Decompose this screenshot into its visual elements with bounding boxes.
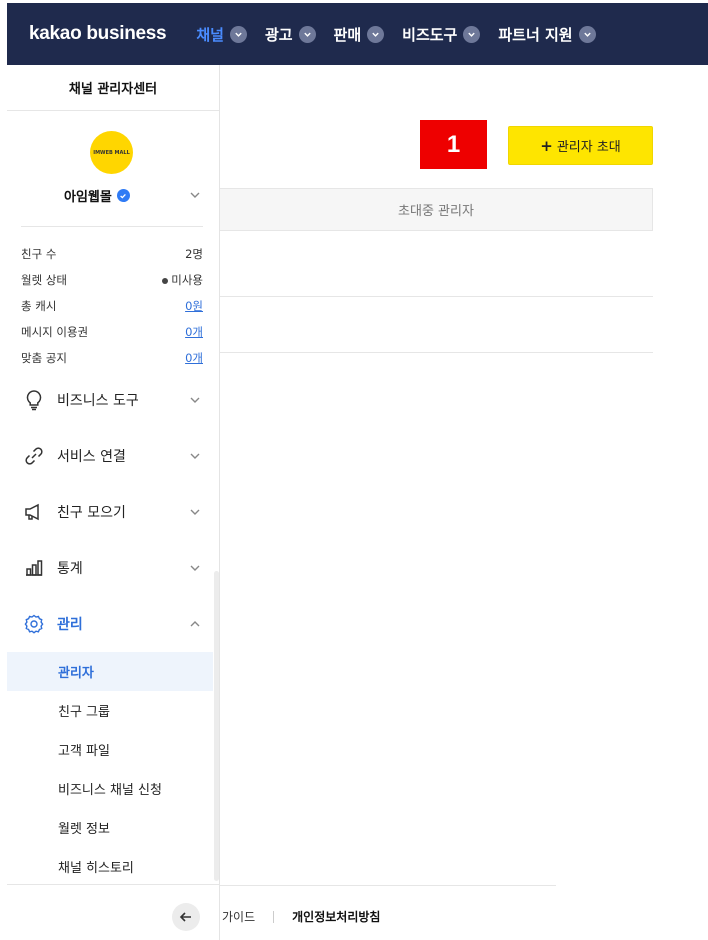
sidebar-footer xyxy=(7,884,220,940)
link-icon xyxy=(23,445,45,467)
stat-label: 총 캐시 xyxy=(21,299,57,313)
brand-logo[interactable]: kakao business xyxy=(29,23,167,45)
gear-icon xyxy=(23,613,45,635)
channel-avatar: IMWEB MALL xyxy=(90,131,133,174)
footer-links: 가이드 개인정보처리방침 xyxy=(222,908,380,925)
footer-privacy-link[interactable]: 개인정보처리방침 xyxy=(292,908,380,925)
footer-divider xyxy=(220,885,556,886)
nav-item-label: 판매 xyxy=(333,25,362,44)
channel-name[interactable]: 아임웹몰 xyxy=(64,186,130,205)
collapse-sidebar-button[interactable] xyxy=(172,903,200,931)
submenu-item-customer-files[interactable]: 고객 파일 xyxy=(7,730,213,769)
plus-icon: + xyxy=(540,136,553,155)
invite-admin-label: 관리자 초대 xyxy=(556,140,621,155)
stat-value-link[interactable]: 0개 xyxy=(185,323,203,349)
sidebar-item-service-link[interactable]: 서비스 연결 xyxy=(7,428,220,484)
chevron-down-icon[interactable] xyxy=(189,189,201,201)
chevron-down-icon xyxy=(190,453,200,459)
submenu-item-admins[interactable]: 관리자 xyxy=(7,652,213,691)
nav-item-sales[interactable]: 판매 xyxy=(334,24,385,45)
sidebar-item-label: 관리 xyxy=(57,617,83,633)
stat-value-link[interactable]: 0원 xyxy=(185,297,203,323)
stat-row: 친구 수 2명 xyxy=(21,245,203,271)
chevron-down-icon xyxy=(190,565,200,571)
stat-label: 메시지 이용권 xyxy=(21,325,89,339)
bar-chart-icon xyxy=(23,557,45,579)
chevron-down-icon xyxy=(298,25,316,43)
stat-value: 2명 xyxy=(185,247,203,261)
table-row-divider xyxy=(220,296,653,297)
table-header-label: 초대중 관리자 xyxy=(398,204,474,219)
stat-label: 친구 수 xyxy=(21,247,57,261)
sidebar-item-statistics[interactable]: 통계 xyxy=(7,540,220,596)
nav-item-label: 채널 xyxy=(196,25,224,44)
megaphone-icon xyxy=(23,501,45,523)
management-submenu: 관리자 친구 그룹 고객 파일 비즈니스 채널 신청 월렛 정보 채널 히스토리 xyxy=(7,652,213,886)
channel-name-text: 아임웹몰 xyxy=(64,190,112,205)
sidebar-menu: 비즈니스 도구 서비스 연결 친구 모으기 통계 관리 관리자 친구 그룹 고객… xyxy=(7,372,220,886)
chevron-down-icon xyxy=(190,509,200,515)
chevron-down-icon xyxy=(229,25,247,43)
channel-stats: 친구 수 2명 월렛 상태 미사용 총 캐시 0원 메시지 이용권 0개 맞춤 … xyxy=(21,245,203,375)
top-navigation-bar: kakao business 채널 광고 판매 비즈도구 파트너 지원 xyxy=(7,3,708,65)
status-dot-icon xyxy=(162,277,169,284)
chevron-down-icon xyxy=(463,25,481,43)
channel-avatar-text: IMWEB MALL xyxy=(93,149,130,156)
sidebar-item-label: 비즈니스 도구 xyxy=(57,393,139,409)
invite-admin-button[interactable]: + 관리자 초대 xyxy=(508,126,653,165)
submenu-item-wallet-info[interactable]: 월렛 정보 xyxy=(7,808,213,847)
stat-row: 월렛 상태 미사용 xyxy=(21,271,203,297)
nav-item-label: 비즈도구 xyxy=(402,25,458,44)
verified-check-icon xyxy=(116,189,130,202)
nav-item-partner-support[interactable]: 파트너 지원 xyxy=(498,24,596,45)
submenu-item-friend-groups[interactable]: 친구 그룹 xyxy=(7,691,213,730)
sidebar-item-label: 통계 xyxy=(57,561,83,577)
pending-admins-header: 초대중 관리자 xyxy=(220,188,653,231)
footer-guide-link[interactable]: 가이드 xyxy=(222,908,255,925)
submenu-item-channel-history[interactable]: 채널 히스토리 xyxy=(7,847,213,886)
sidebar-item-label: 서비스 연결 xyxy=(57,449,126,465)
stat-label: 월렛 상태 xyxy=(21,273,67,287)
nav-item-ads[interactable]: 광고 xyxy=(265,24,316,45)
stat-row: 메시지 이용권 0개 xyxy=(21,323,203,349)
submenu-item-business-channel-apply[interactable]: 비즈니스 채널 신청 xyxy=(7,769,213,808)
divider xyxy=(21,226,203,227)
sidebar-item-management[interactable]: 관리 xyxy=(7,596,220,652)
stat-value-wrap: 미사용 xyxy=(162,271,203,297)
sidebar-title: 채널 관리자센터 xyxy=(7,65,219,111)
nav-item-channel[interactable]: 채널 xyxy=(196,24,247,45)
footer-separator xyxy=(273,910,275,923)
chevron-down-icon xyxy=(578,25,596,43)
chevron-down-icon xyxy=(367,25,385,43)
sidebar-scrollbar[interactable] xyxy=(214,571,219,881)
chevron-down-icon xyxy=(190,397,200,403)
arrow-left-icon xyxy=(179,912,191,922)
stat-value: 미사용 xyxy=(171,273,203,287)
table-row-divider xyxy=(220,352,653,353)
sidebar: 채널 관리자센터 IMWEB MALL 아임웹몰 친구 수 2명 월렛 상태 미… xyxy=(7,65,220,940)
chevron-up-icon xyxy=(190,621,200,627)
stat-row: 총 캐시 0원 xyxy=(21,297,203,323)
lightbulb-icon xyxy=(23,389,45,411)
sidebar-item-label: 친구 모으기 xyxy=(57,505,126,521)
sidebar-item-gather-friends[interactable]: 친구 모으기 xyxy=(7,484,220,540)
sidebar-item-business-tools[interactable]: 비즈니스 도구 xyxy=(7,372,220,428)
nav-item-label: 광고 xyxy=(264,25,293,44)
step-number-badge: 1 xyxy=(420,120,487,169)
nav-item-biz-tools[interactable]: 비즈도구 xyxy=(402,24,481,45)
nav-item-label: 파트너 지원 xyxy=(498,25,573,44)
